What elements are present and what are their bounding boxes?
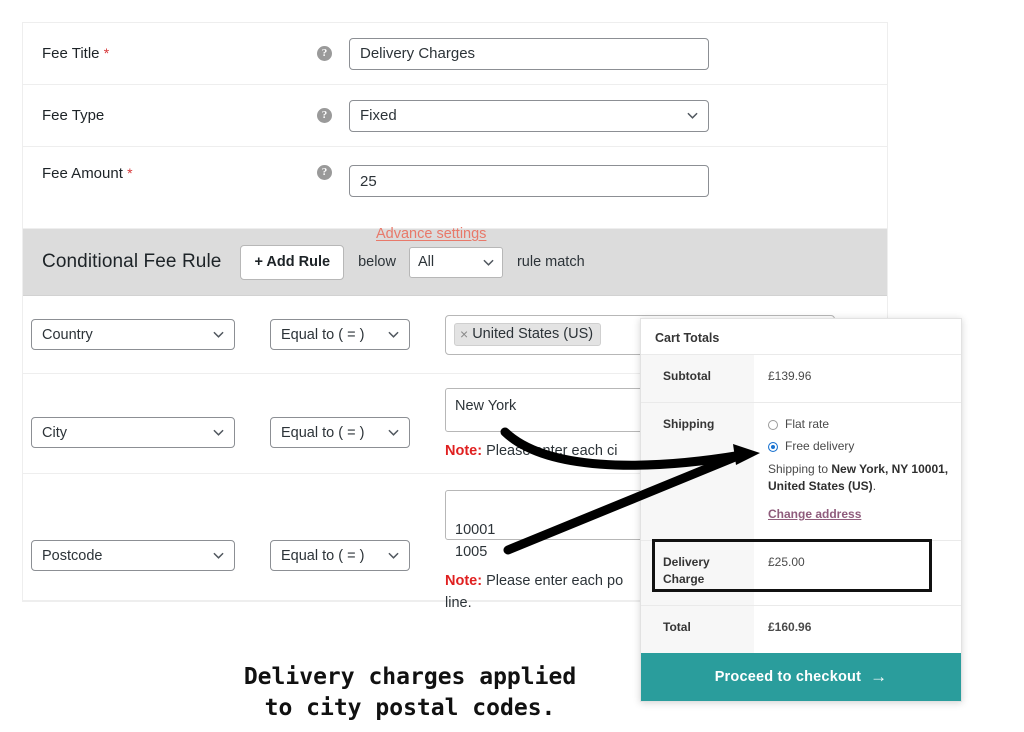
- annotation-caption: Delivery charges applied to city postal …: [243, 664, 577, 721]
- add-rule-button[interactable]: + Add Rule: [240, 244, 345, 280]
- help-circle-icon[interactable]: ?: [317, 108, 332, 123]
- chevron-down-icon: [388, 550, 399, 561]
- rule-field-value: Country: [42, 326, 93, 343]
- rule-field-select-city[interactable]: City: [31, 417, 235, 448]
- chevron-down-icon: [388, 329, 399, 340]
- help-circle-icon[interactable]: ?: [317, 46, 332, 61]
- chevron-down-icon: [213, 550, 224, 561]
- fee-amount-row: Fee Amount * ? 25: [23, 147, 887, 229]
- fee-title-control: Delivery Charges: [349, 37, 709, 70]
- shipping-label: Shipping: [641, 402, 754, 541]
- below-label: below: [358, 254, 396, 270]
- subtotal-label: Subtotal: [641, 354, 754, 403]
- delivery-charge-label: Delivery Charge: [641, 540, 754, 606]
- chevron-down-icon: [213, 329, 224, 340]
- fee-title-label: Fee Title *: [23, 45, 317, 62]
- fee-amount-label-text: Fee Amount: [42, 165, 123, 182]
- chevron-down-icon: [213, 427, 224, 438]
- fee-title-label-text: Fee Title: [42, 45, 100, 62]
- help-circle-icon[interactable]: ?: [317, 165, 332, 180]
- proceed-to-checkout-button[interactable]: Proceed to checkout →: [641, 653, 961, 701]
- selected-country-label: United States (US): [472, 326, 594, 342]
- rule-field-value: City: [42, 424, 67, 441]
- rule-operator-select-country[interactable]: Equal to ( = ): [270, 319, 410, 350]
- checkout-button-label: Proceed to checkout: [714, 669, 862, 685]
- subtotal-value: £139.96: [768, 369, 812, 383]
- rule-operator-value: Equal to ( = ): [281, 424, 365, 441]
- table-row-total: Total £160.96: [641, 605, 961, 653]
- radio-unselected-icon[interactable]: [768, 419, 778, 430]
- rule-operator-select-city[interactable]: Equal to ( = ): [270, 417, 410, 448]
- fee-title-row: Fee Title * ? Delivery Charges: [23, 23, 887, 85]
- fee-title-input[interactable]: Delivery Charges: [349, 37, 709, 70]
- close-x-icon[interactable]: ×: [460, 327, 468, 341]
- cart-totals-heading: Cart Totals: [655, 331, 720, 345]
- fee-title-value: Delivery Charges: [360, 45, 476, 62]
- cart-totals-table: Subtotal £139.96 Shipping Flat rate Free…: [641, 354, 961, 653]
- delivery-charge-value: £25.00: [768, 555, 805, 569]
- fee-type-row: Fee Type ? Fixed: [23, 85, 887, 147]
- chevron-down-icon: [388, 427, 399, 438]
- shipping-to-suffix: .: [872, 479, 877, 493]
- fee-type-label-text: Fee Type: [42, 107, 105, 124]
- total-value: £160.96: [768, 620, 812, 634]
- fee-type-select[interactable]: Fixed: [349, 99, 709, 132]
- rule-field-select-postcode[interactable]: Postcode: [31, 540, 235, 571]
- shipping-cell: Flat rate Free delivery Shipping to New …: [754, 403, 961, 541]
- fee-amount-label: Fee Amount *: [23, 165, 317, 182]
- table-row-delivery-charge: Delivery Charge £25.00: [641, 540, 961, 606]
- rule-match-select[interactable]: All: [408, 246, 503, 278]
- rule-match-label: rule match: [516, 254, 585, 270]
- table-row-subtotal: Subtotal £139.96: [641, 354, 961, 403]
- arrow-right-icon: →: [870, 667, 888, 686]
- change-address-link[interactable]: Change address: [768, 506, 949, 523]
- chevron-down-icon: [687, 110, 698, 121]
- note-text: Please enter each ci: [482, 443, 618, 459]
- cart-totals-panel: Cart Totals Subtotal £139.96 Shipping Fl…: [640, 318, 962, 702]
- rule-operator-select-postcode[interactable]: Equal to ( = ): [270, 540, 410, 571]
- advance-settings-link[interactable]: Advance settings: [376, 226, 486, 242]
- city-value: New York: [455, 398, 517, 414]
- fee-type-value: Fixed: [360, 107, 397, 124]
- conditional-fee-rule-title: Conditional Fee Rule: [42, 251, 222, 272]
- fee-amount-value: 25: [360, 172, 377, 190]
- required-asterisk: *: [127, 165, 133, 181]
- chevron-down-icon: [483, 257, 494, 268]
- note-label: Note:: [445, 573, 483, 589]
- shipping-option-free-delivery[interactable]: Free delivery: [768, 438, 949, 455]
- flat-rate-label: Flat rate: [785, 417, 830, 431]
- required-asterisk: *: [103, 45, 110, 61]
- rule-match-value: All: [417, 254, 435, 270]
- rule-field-select-country[interactable]: Country: [31, 319, 235, 350]
- shipping-option-flat-rate[interactable]: Flat rate: [768, 416, 949, 433]
- rule-operator-value: Equal to ( = ): [281, 547, 365, 564]
- fee-amount-input[interactable]: 25: [349, 165, 709, 197]
- selected-country-tag[interactable]: × United States (US): [454, 323, 602, 346]
- fee-type-label: Fee Type: [23, 107, 317, 124]
- free-delivery-label: Free delivery: [785, 439, 855, 453]
- total-label: Total: [641, 605, 754, 653]
- shipping-destination: Shipping to New York, NY 10001, United S…: [768, 461, 949, 495]
- rule-field-value: Postcode: [42, 547, 103, 564]
- rule-operator-value: Equal to ( = ): [281, 326, 365, 343]
- shipping-to-prefix: Shipping to: [768, 462, 832, 476]
- fee-type-control: Fixed: [349, 99, 709, 132]
- table-row-shipping: Shipping Flat rate Free delivery Shippin…: [641, 402, 961, 541]
- note-label: Note:: [445, 443, 483, 459]
- radio-selected-icon[interactable]: [768, 441, 778, 452]
- fee-amount-control: 25: [349, 165, 709, 197]
